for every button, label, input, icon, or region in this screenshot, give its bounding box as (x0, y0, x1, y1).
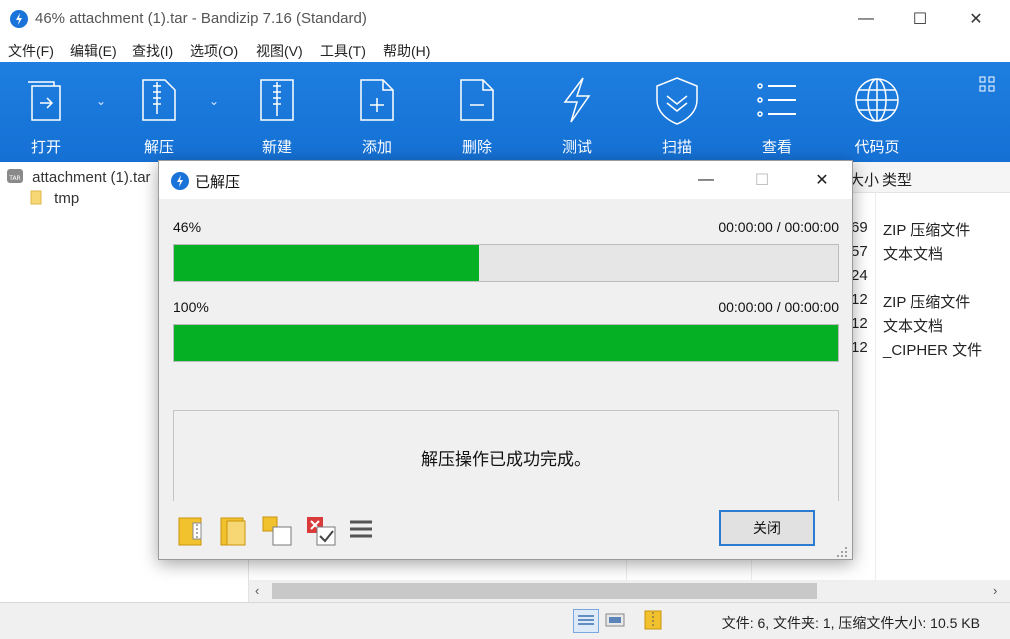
dialog-close-icon[interactable]: ✕ (797, 161, 847, 199)
add-button[interactable]: 添加 (332, 62, 422, 162)
message-box: 解压操作已成功完成。 (173, 410, 839, 501)
scan-shield-icon (656, 77, 698, 125)
tree-item-tmp[interactable]: tmp (30, 189, 79, 211)
open-dropdown-icon[interactable]: ⌄ (96, 94, 106, 108)
scroll-left-icon[interactable]: ‹ (255, 583, 259, 598)
test-icon (563, 77, 591, 123)
progress-time-current: 00:00:00 / 00:00:00 (718, 219, 839, 235)
progress-bar-current (173, 244, 839, 282)
progress-percent-current: 46% (173, 219, 202, 235)
details-view-icon[interactable] (573, 609, 599, 633)
row-size: 12 (851, 291, 868, 308)
delete-button[interactable]: 删除 (432, 62, 522, 162)
layout-grid-icon[interactable] (979, 76, 995, 92)
delete-label: 删除 (461, 139, 492, 156)
view-label: 查看 (761, 139, 792, 156)
menu-help[interactable]: 帮助(H) (383, 41, 430, 61)
toolbar: 打开 ⌄ 解压 ⌄ 新建 添加 删除 测试 扫描 查看 代码页 (0, 62, 1010, 162)
row-size: 24 (851, 267, 868, 284)
scrollbar-thumb[interactable] (272, 583, 817, 599)
extract-dropdown-icon[interactable]: ⌄ (209, 94, 219, 108)
view-list-icon (757, 83, 796, 117)
archive-icon[interactable] (642, 609, 664, 631)
progress-time-total: 00:00:00 / 00:00:00 (718, 299, 839, 315)
folder-icon (30, 190, 42, 205)
progress-percent-total: 100% (173, 299, 209, 315)
scroll-right-icon[interactable]: › (993, 583, 997, 598)
preview-view-icon[interactable] (604, 611, 626, 629)
resize-grip-icon[interactable] (836, 545, 848, 557)
maximize-button[interactable]: ☐ (892, 0, 948, 38)
row-type: ZIP 压缩文件 (883, 294, 971, 311)
bandizip-logo-icon (10, 10, 28, 28)
new-archive-icon (260, 79, 294, 121)
menu-options[interactable]: 选项(O) (190, 41, 238, 61)
open-extracted-folder-icon[interactable] (177, 515, 207, 547)
copy-files-icon[interactable] (261, 515, 292, 547)
dialog-maximize-button: ☐ (754, 172, 770, 189)
row-size: 12 (851, 315, 868, 332)
test-button[interactable]: 测试 (532, 62, 622, 162)
completion-message: 解压操作已成功完成。 (421, 450, 591, 469)
dialog-minimize-button[interactable]: — (681, 161, 731, 199)
close-button[interactable]: 关闭 (719, 510, 815, 546)
menu-edit[interactable]: 编辑(E) (70, 41, 117, 61)
bandizip-logo-icon (171, 172, 189, 190)
minimize-button[interactable]: — (838, 0, 894, 38)
status-bar: 文件: 6, 文件夹: 1, 压缩文件大小: 10.5 KB (0, 602, 1010, 639)
dialog-title: 已解压 (195, 174, 241, 191)
new-button[interactable]: 新建 (232, 62, 322, 162)
menu-tools[interactable]: 工具(T) (320, 41, 366, 61)
extract-button[interactable]: 解压 (114, 62, 204, 162)
codepage-label: 代码页 (854, 139, 900, 156)
codepage-button[interactable]: 代码页 (832, 62, 922, 162)
add-file-icon (360, 79, 394, 121)
close-window-button[interactable]: ✕ (948, 0, 1004, 38)
scan-button[interactable]: 扫描 (632, 62, 722, 162)
open-button[interactable]: 打开 (1, 62, 91, 162)
tree-root[interactable]: TAR attachment (1).tar (6, 167, 151, 189)
row-size: 69 (851, 219, 868, 236)
menu-file[interactable]: 文件(F) (8, 41, 54, 61)
column-size[interactable]: 大小 (849, 169, 879, 190)
menu-find[interactable]: 查找(I) (132, 41, 173, 61)
delete-archive-icon[interactable] (305, 515, 336, 547)
tree-item-label: tmp (54, 190, 80, 207)
tree-root-label: attachment (1).tar (32, 169, 151, 186)
open-label: 打开 (30, 139, 61, 156)
extract-label: 解压 (143, 139, 174, 156)
title-bar: 46% attachment (1).tar - Bandizip 7.16 (… (0, 0, 1010, 38)
extract-dialog: 已解压 — ☐ ✕ 46% 00:00:00 / 00:00:00 100% 0… (158, 160, 853, 560)
column-divider (875, 192, 876, 582)
row-type: ZIP 压缩文件 (883, 222, 971, 239)
menu-bar: 文件(F) 编辑(E) 查找(I) 选项(O) 视图(V) 工具(T) 帮助(H… (0, 38, 1010, 62)
open-folder-icon[interactable] (219, 515, 249, 547)
tar-archive-icon: TAR (7, 169, 23, 183)
scan-label: 扫描 (661, 139, 692, 156)
progress-bar-total (173, 324, 839, 362)
row-type: 文本文档 (883, 318, 944, 335)
view-button[interactable]: 查看 (732, 62, 822, 162)
open-icon (28, 81, 61, 121)
extract-icon (142, 79, 176, 121)
test-label: 测试 (561, 139, 592, 156)
progress-fill (174, 245, 480, 281)
svg-text:TAR: TAR (8, 175, 20, 182)
row-size: 57 (851, 243, 868, 260)
menu-icon[interactable] (347, 515, 377, 547)
column-type[interactable]: 类型 (882, 169, 912, 190)
menu-view[interactable]: 视图(V) (256, 41, 303, 61)
row-type: 文本文档 (883, 246, 944, 263)
globe-icon (855, 78, 899, 122)
row-size: 12 (851, 339, 868, 356)
progress-fill (174, 325, 838, 361)
new-label: 新建 (261, 139, 292, 156)
window-title: 46% attachment (1).tar - Bandizip 7.16 (… (35, 10, 367, 27)
add-label: 添加 (361, 139, 392, 156)
row-type: _CIPHER 文件 (883, 342, 983, 359)
status-text: 文件: 6, 文件夹: 1, 压缩文件大小: 10.5 KB (721, 615, 980, 631)
dialog-title-bar: 已解压 — ☐ ✕ (159, 161, 852, 199)
delete-file-icon (460, 79, 494, 121)
